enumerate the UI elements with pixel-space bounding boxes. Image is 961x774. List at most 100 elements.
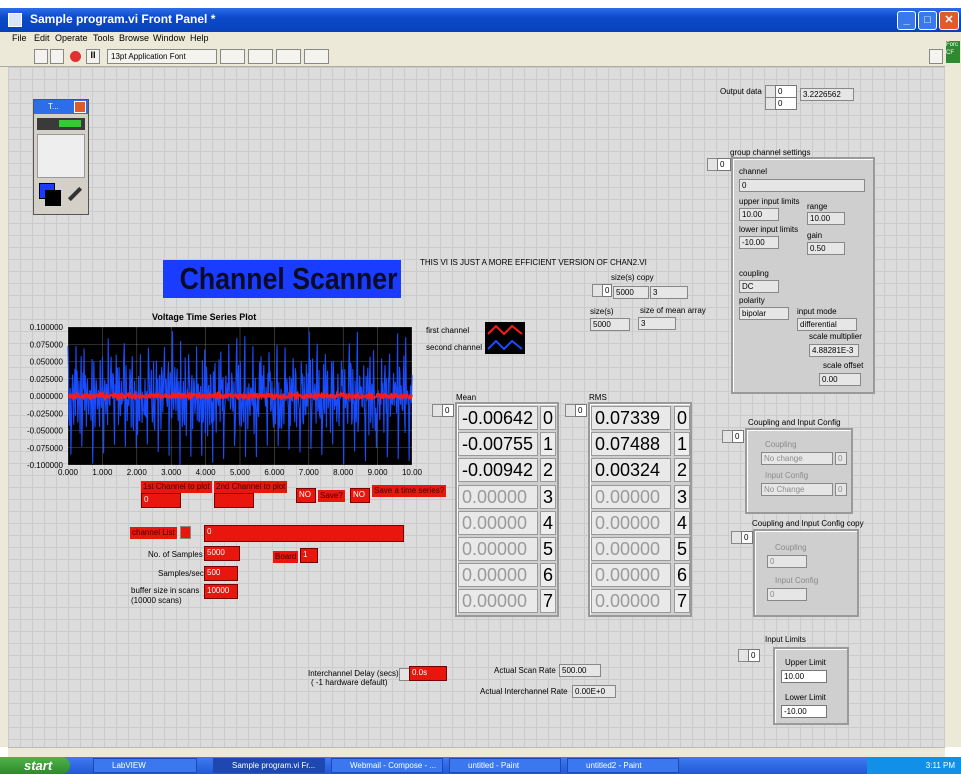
horizontal-scrollbar[interactable] (8, 747, 945, 757)
menu-file[interactable]: File (12, 33, 27, 43)
palette-close-icon[interactable] (74, 101, 86, 113)
chart-title: Voltage Time Series Plot (152, 312, 257, 322)
save-toggle[interactable]: NO (296, 488, 316, 503)
cic-title: Coupling and Input Config (748, 418, 841, 427)
cicc-input-field[interactable]: 0 (767, 588, 807, 601)
second-ch-field[interactable] (214, 493, 254, 508)
mean-index-label-1: 1 (540, 432, 556, 457)
board-field[interactable]: 1 (300, 548, 318, 563)
rms-index[interactable]: 0 (575, 404, 587, 417)
minimize-button[interactable]: _ (897, 11, 916, 30)
pause-icon[interactable]: II (86, 49, 100, 64)
run-continuous-icon[interactable] (50, 49, 64, 64)
maximize-button[interactable]: □ (918, 11, 937, 30)
window-title: Sample program.vi Front Panel * (30, 12, 216, 26)
connector-pane: Forc CF (946, 41, 960, 63)
y-tick-label: 0.050000 (30, 358, 64, 367)
reorder-icon[interactable] (304, 49, 329, 64)
resize-objects-icon[interactable] (276, 49, 301, 64)
menu-window[interactable]: Window (153, 33, 185, 43)
close-button[interactable]: ✕ (939, 11, 959, 30)
first-ch-label: 1st Channel to plot (141, 481, 212, 493)
help-icon[interactable] (929, 49, 943, 64)
align-objects-icon[interactable] (220, 49, 245, 64)
start-button[interactable]: start (0, 757, 70, 774)
buffer-field[interactable]: 10000 (204, 584, 238, 599)
task-paint2[interactable]: untitled2 - Paint (567, 758, 679, 773)
legend-second-label: second channel (426, 343, 483, 352)
y-tick-label: -0.025000 (27, 409, 64, 418)
limits-index[interactable]: 0 (748, 649, 760, 662)
menu-help[interactable]: Help (190, 33, 209, 43)
lower-limit-ctrl[interactable]: -10.00 (781, 705, 827, 718)
rms-index-label-1: 1 (674, 432, 690, 457)
tools-palette[interactable]: T... (33, 99, 89, 215)
upper-limit-ctrl[interactable]: 10.00 (781, 670, 827, 683)
scale-multiplier-field: 4.88281E-3 (809, 344, 859, 357)
delay-field[interactable]: 0.0s (409, 666, 447, 681)
cicc-coupling-field[interactable]: 0 (767, 555, 807, 568)
menu-bar: File Edit Operate Tools Browse Window He… (0, 32, 961, 45)
tool-grid-icon[interactable] (37, 134, 85, 178)
run-arrow-icon[interactable] (34, 49, 48, 64)
delay-label: Interchannel Delay (secs) (308, 669, 399, 678)
distribute-objects-icon[interactable] (248, 49, 273, 64)
y-tick-label: -0.075000 (27, 444, 64, 453)
group-index[interactable]: 0 (717, 158, 731, 171)
menu-operate[interactable]: Operate (55, 33, 88, 43)
ich-rate-label: Actual Interchannel Rate (480, 687, 568, 696)
brush-icon[interactable] (66, 186, 83, 202)
cicc-index[interactable]: 0 (741, 531, 753, 544)
mean-index-label-7: 7 (540, 589, 556, 614)
task-webmail[interactable]: Webmail - Compose - ... (331, 758, 443, 773)
rms-value-1: 0.07488 (591, 432, 671, 457)
lower-limit-label: lower input limits (739, 225, 799, 234)
menu-browse[interactable]: Browse (119, 33, 149, 43)
output-idx2[interactable]: 0 (775, 97, 797, 110)
task-paint1[interactable]: untitled - Paint (449, 758, 561, 773)
channel-list-field[interactable]: 0 (204, 525, 404, 542)
mean-index-label-0: 0 (540, 406, 556, 430)
save-ts-toggle[interactable]: NO (350, 488, 370, 503)
upper-limit-field: 10.00 (739, 208, 779, 221)
legend-first-label: first channel (426, 326, 470, 335)
rms-value-6: 0.00000 (591, 563, 671, 588)
waveform-graph[interactable]: Voltage Time Series Plot 0.100000 0.07500… (12, 310, 424, 482)
menu-edit[interactable]: Edit (34, 33, 50, 43)
color-bg-icon[interactable] (45, 190, 61, 206)
abort-icon[interactable] (70, 51, 81, 62)
mean-label: Mean (456, 393, 477, 402)
x-tick-label: 5.000 (230, 468, 251, 477)
cic-coupling-select[interactable]: No change (761, 452, 833, 465)
rms-index-label-7: 7 (674, 589, 690, 614)
size-copy-index[interactable]: 0 (602, 284, 612, 297)
mean-value-4: 0.00000 (458, 510, 538, 535)
save-label: Save? (318, 490, 345, 502)
cicc-title: Coupling and Input Config copy (752, 519, 864, 528)
cic-index[interactable]: 0 (732, 430, 744, 443)
first-ch-field[interactable]: 0 (141, 493, 181, 508)
channel-list-spin[interactable] (180, 526, 191, 539)
mean-index-label-2: 2 (540, 458, 556, 483)
task-sample-program[interactable]: Sample program.vi Fr... (213, 758, 325, 773)
mean-index[interactable]: 0 (442, 404, 454, 417)
font-select[interactable]: 13pt Application Font (107, 49, 217, 64)
task-labview[interactable]: LabVIEW (93, 758, 197, 773)
x-tick-label: 8.000 (333, 468, 354, 477)
board-label: Board (273, 551, 299, 563)
polarity-field: bipolar (739, 307, 789, 320)
auto-tool-icon[interactable] (37, 118, 85, 130)
x-tick-label: 9.000 (368, 468, 389, 477)
x-tick-label: 6.000 (264, 468, 285, 477)
menu-tools[interactable]: Tools (93, 33, 114, 43)
legend-swatches (485, 322, 525, 354)
rate-field[interactable]: 500 (204, 566, 238, 581)
size-value: 5000 (590, 318, 630, 331)
cic-coupling-num: 0 (835, 452, 847, 465)
samples-field[interactable]: 5000 (204, 546, 240, 561)
mean-value-2: -0.00942 (458, 458, 538, 483)
x-tick-label: 2.000 (127, 468, 148, 477)
mean-size-value: 3 (638, 317, 676, 330)
cic-cluster: Coupling No change 0 Input Config No Cha… (745, 428, 853, 514)
cic-input-select[interactable]: No Change (761, 483, 833, 496)
